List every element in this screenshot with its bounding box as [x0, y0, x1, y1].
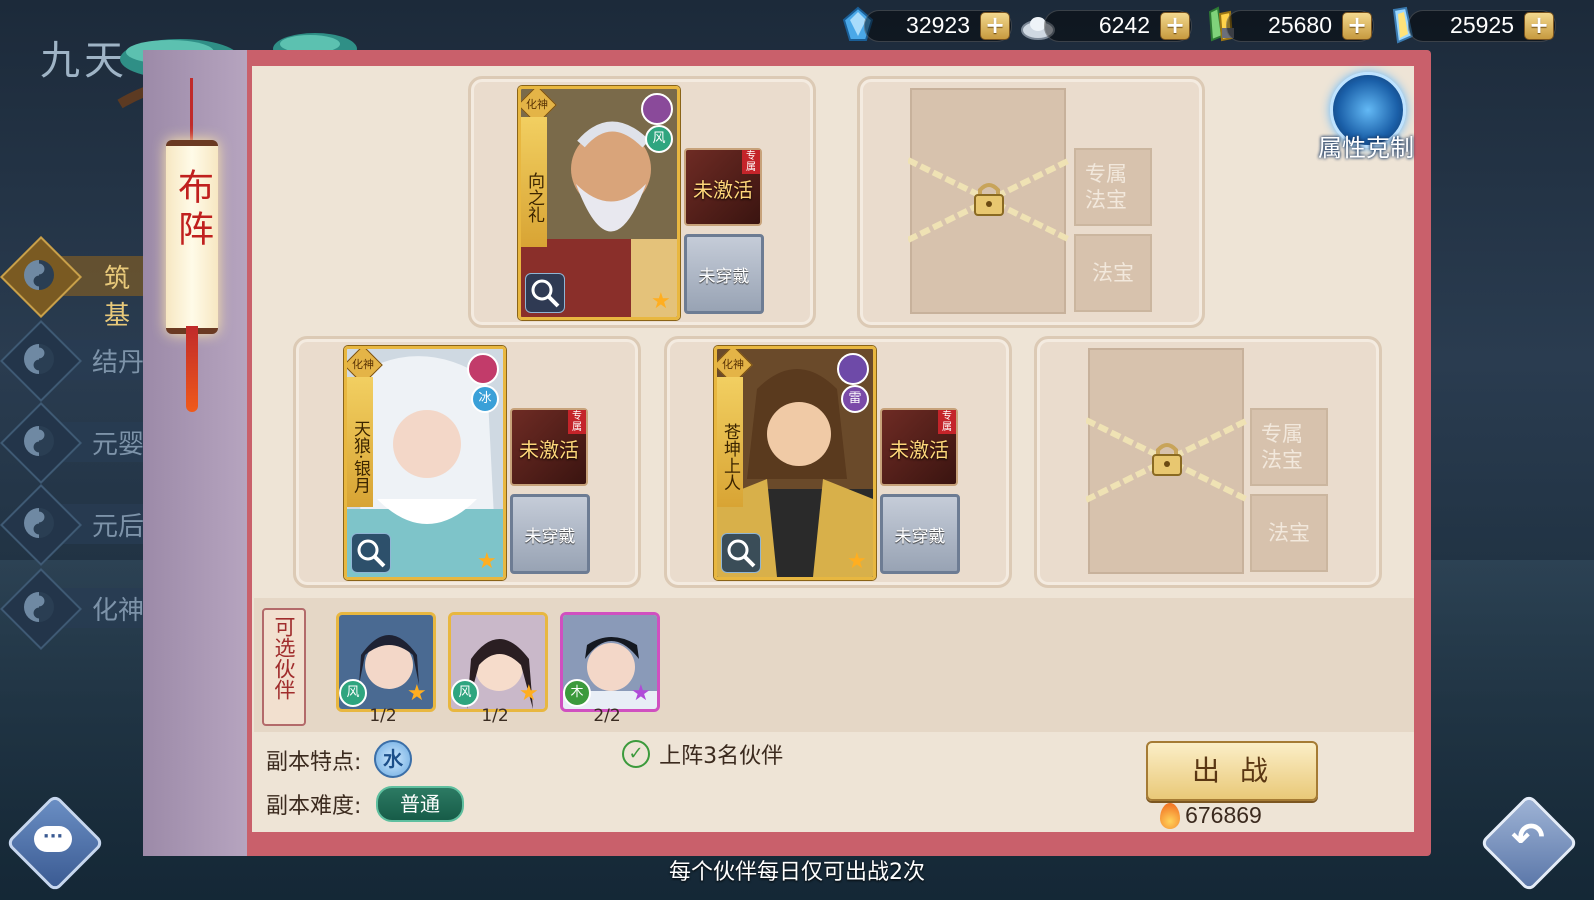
- difficulty-badge: 普通: [376, 786, 464, 822]
- add-blue-gem-button[interactable]: +: [980, 12, 1010, 40]
- hero-name: 天狼·银月: [347, 377, 373, 507]
- star-icon: ★: [477, 549, 497, 574]
- menu-item-label: 化神: [92, 596, 145, 626]
- lantern-title: 布阵: [172, 168, 213, 252]
- treasure-slot-3[interactable]: 未穿戴: [880, 494, 960, 574]
- treasure-status: 未激活: [693, 178, 753, 202]
- hero-card-3[interactable]: 化神 苍坤上人 雷 ★: [714, 346, 876, 580]
- element-icon: 木: [563, 679, 591, 707]
- exclusive-tag: 专属: [742, 150, 760, 174]
- exclusive-treasure-2[interactable]: 专属 未激活: [510, 408, 588, 486]
- gear-status: 未穿戴: [698, 267, 750, 287]
- yinyang-icon: [24, 260, 54, 290]
- star-icon: ★: [847, 549, 867, 574]
- magnify-icon[interactable]: [721, 533, 761, 573]
- requirement-text: 上阵3名伙伴: [659, 744, 784, 769]
- star-icon: ★: [519, 681, 539, 706]
- resource-blue-gem: 32923 +: [840, 6, 1012, 44]
- element-icon: 风: [451, 679, 479, 707]
- add-spirit-crystal-button[interactable]: +: [1342, 12, 1372, 40]
- lantern: 布阵: [166, 140, 218, 334]
- star-icon: ★: [651, 289, 671, 314]
- combat-power-value: 676869: [1185, 802, 1262, 828]
- menu-item-jiedan[interactable]: 结丹: [0, 319, 150, 403]
- silver-ingot-value: 6242: [1098, 12, 1150, 38]
- partner-count: 2/2: [593, 706, 621, 726]
- menu-item-label: 元婴: [92, 430, 145, 460]
- menu-item-zhuji[interactable]: 筑基: [0, 235, 150, 331]
- partner-count: 1/2: [481, 706, 509, 726]
- menu-item-huashen[interactable]: 化神: [0, 567, 150, 651]
- gear-status: 未穿戴: [894, 527, 946, 547]
- requirement-row: ✓ 上阵3名伙伴: [622, 738, 784, 769]
- resource-rainbow-crystal: 25925 +: [1384, 6, 1556, 44]
- yinyang-icon: [24, 426, 54, 456]
- bottom-notice: 每个伙伴每日仅可出战2次: [669, 860, 925, 885]
- lantern-tassel: [186, 326, 198, 412]
- partner-card-2[interactable]: 风 ★: [448, 612, 548, 712]
- exclusive-treasure-1[interactable]: 专属 未激活: [684, 148, 762, 226]
- menu-item-yuanhou[interactable]: 元后: [0, 483, 150, 567]
- check-icon: ✓: [622, 740, 650, 768]
- available-partners-tag: 可选伙伴: [262, 608, 306, 726]
- hero-card-1[interactable]: 化神 向之礼 风 ★: [518, 86, 680, 320]
- element-icon: 风: [339, 679, 367, 707]
- menu-item-yuanying[interactable]: 元婴: [0, 401, 150, 485]
- hero-card-2[interactable]: 化神 天狼·银月 冰 ★: [344, 346, 506, 580]
- locked-treasure: 法宝: [1074, 234, 1152, 312]
- magnify-icon[interactable]: [525, 273, 565, 313]
- yinyang-icon: [24, 508, 54, 538]
- partner-count: 1/2: [369, 706, 397, 726]
- element-icon: 雷: [841, 385, 869, 413]
- chat-icon: ···: [34, 826, 72, 852]
- locked-treasure: 法宝: [1250, 494, 1328, 572]
- yinyang-icon: [24, 592, 54, 622]
- faction-icon: [641, 93, 673, 125]
- combat-power: 676869: [1160, 802, 1262, 832]
- treasure-status: 未激活: [519, 438, 579, 462]
- lantern-string: [190, 78, 193, 142]
- partner-card-3[interactable]: 木 ★: [560, 612, 660, 712]
- magnify-icon[interactable]: [351, 533, 391, 573]
- star-icon: ★: [631, 681, 651, 706]
- resource-spirit-crystal: 25680 +: [1202, 6, 1374, 44]
- water-element-icon: 水: [374, 740, 412, 778]
- blue-gem-value: 32923: [906, 12, 970, 38]
- flame-icon: [1160, 802, 1180, 829]
- element-icon: 冰: [471, 385, 499, 413]
- exclusive-treasure-3[interactable]: 专属 未激活: [880, 408, 958, 486]
- fight-button[interactable]: 出战: [1146, 741, 1318, 801]
- treasure-slot-1[interactable]: 未穿戴: [684, 234, 764, 314]
- available-partners-label: 可选伙伴: [272, 616, 296, 700]
- partner-card-1[interactable]: 风 ★: [336, 612, 436, 712]
- menu-item-label: 结丹: [92, 348, 145, 378]
- back-arrow-icon: ↶: [1511, 815, 1545, 861]
- menu-item-label: 元后: [92, 512, 145, 542]
- faction-icon: [837, 353, 869, 385]
- rainbow-crystal-value: 25925: [1450, 12, 1514, 38]
- dungeon-difficulty-label: 副本难度:: [266, 794, 362, 819]
- exclusive-tag: 专属: [568, 410, 586, 434]
- faction-icon: [467, 353, 499, 385]
- exclusive-tag: 专属: [938, 410, 956, 434]
- element-icon: 风: [645, 125, 673, 153]
- dungeon-feature-label: 副本特点:: [266, 750, 362, 775]
- resource-silver: 6242 +: [1020, 6, 1192, 44]
- locked-exclusive-treasure: 专属法宝: [1250, 408, 1328, 486]
- element-counter-label: 属性克制: [1318, 134, 1414, 162]
- element-counter-button[interactable]: 属性克制: [1316, 72, 1416, 162]
- yinyang-icon: [24, 344, 54, 374]
- hero-name: 向之礼: [521, 117, 547, 247]
- star-icon: ★: [407, 681, 427, 706]
- gear-status: 未穿戴: [524, 527, 576, 547]
- spirit-crystal-value: 25680: [1268, 12, 1332, 38]
- treasure-slot-2[interactable]: 未穿戴: [510, 494, 590, 574]
- add-rainbow-crystal-button[interactable]: +: [1524, 12, 1554, 40]
- hero-name: 苍坤上人: [717, 377, 743, 507]
- treasure-status: 未激活: [889, 438, 949, 462]
- lock-icon: [972, 180, 1006, 216]
- lock-icon: [1150, 440, 1184, 476]
- add-silver-button[interactable]: +: [1160, 12, 1190, 40]
- locked-exclusive-treasure: 专属法宝: [1074, 148, 1152, 226]
